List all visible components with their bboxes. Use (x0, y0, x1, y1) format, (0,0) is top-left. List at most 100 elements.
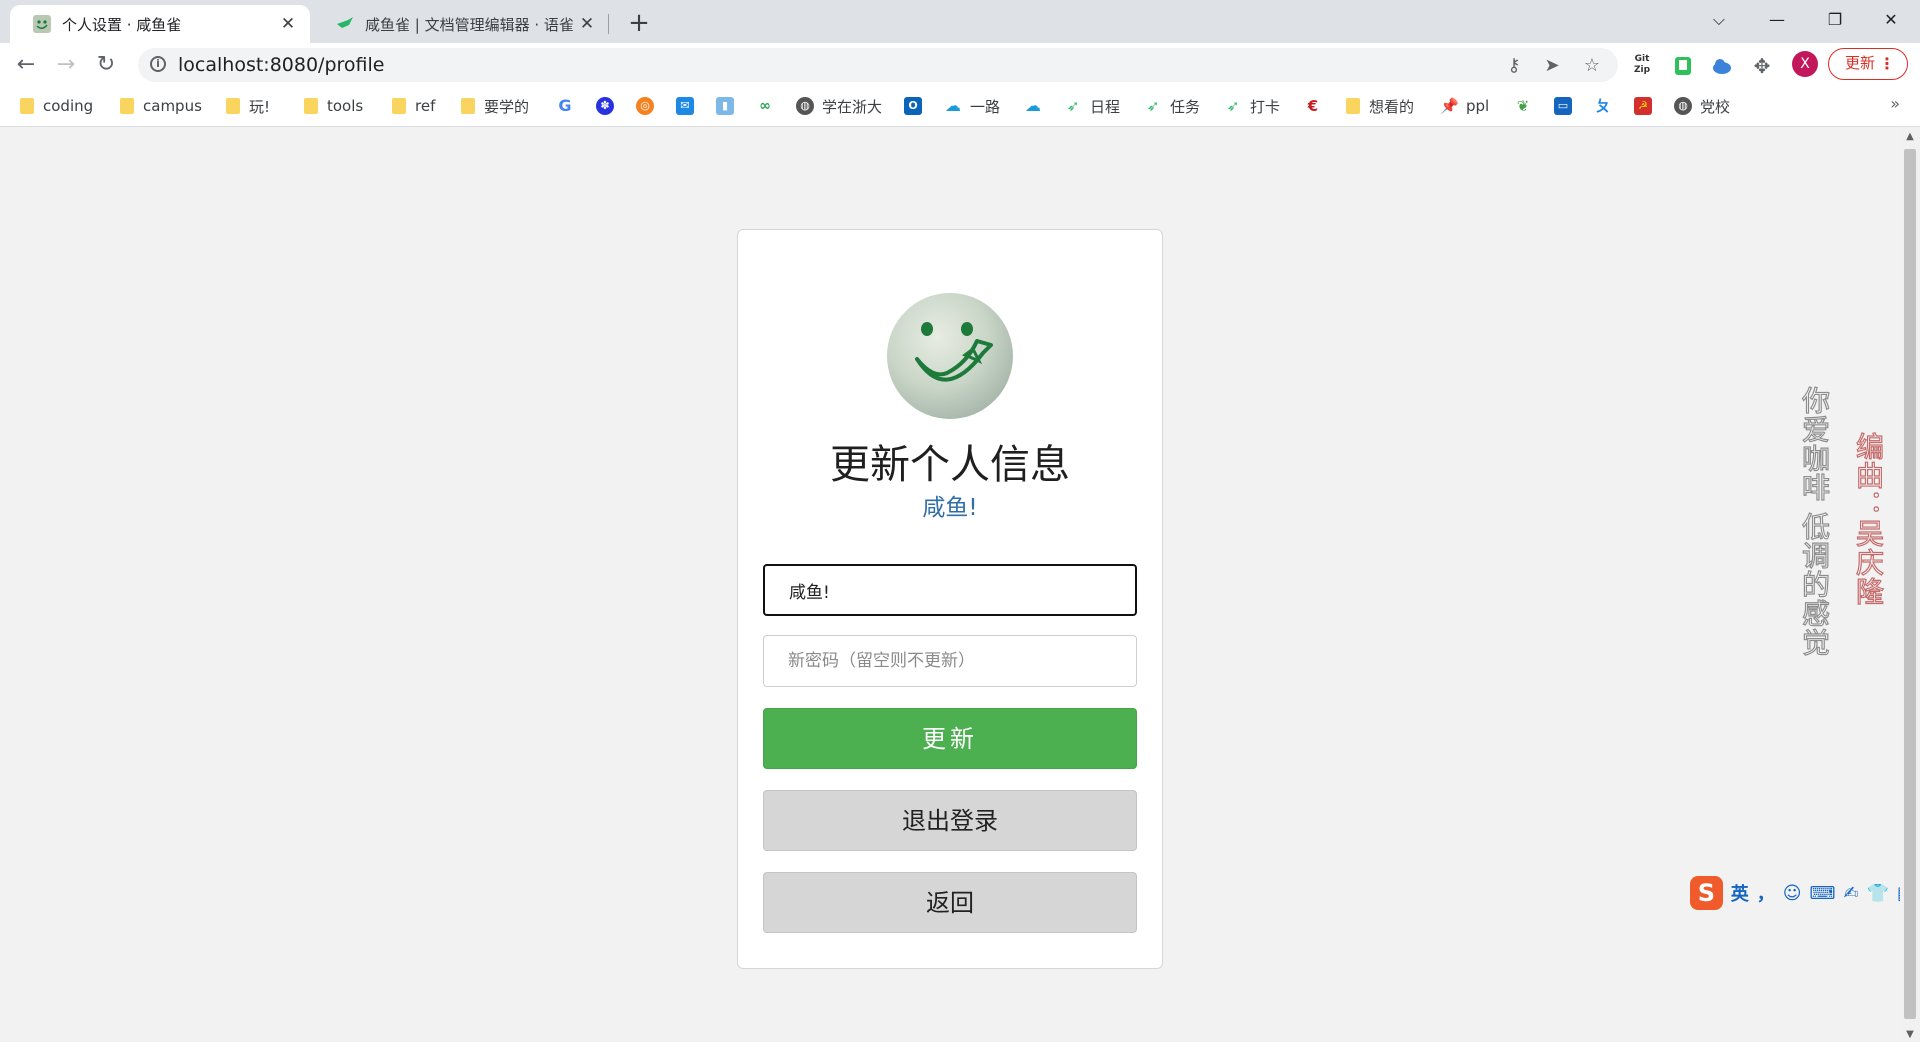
bookmark-outlook[interactable]: O (904, 95, 930, 117)
frog-face-icon (915, 322, 993, 382)
back-arrow-icon[interactable]: ← (10, 49, 42, 81)
green-book-extension-icon[interactable] (1671, 54, 1695, 78)
cloud-extension-icon[interactable] (1710, 54, 1734, 78)
bookmark-label: 学在浙大 (822, 97, 883, 116)
bookmark-label: 要学的 (484, 97, 530, 116)
key-icon[interactable]: ⚷ (1504, 56, 1524, 76)
bookmark-ref[interactable]: ref (392, 95, 435, 117)
bookmark-gitee[interactable]: € (1304, 95, 1330, 117)
username-input[interactable] (763, 564, 1137, 616)
bookmark-label: 一路 (970, 97, 1001, 116)
bookmark-zju-learn[interactable]: ◍ 学在浙大 (796, 95, 882, 117)
bookmarks-bar: coding campus 玩! tools ref 要学的 G ✽ ◎ ✉ ▮… (0, 86, 1920, 127)
bookmark-google[interactable]: G (556, 95, 582, 117)
site-info-icon[interactable]: i (150, 56, 166, 72)
bookmark-mail[interactable]: ✉ (676, 95, 702, 117)
bookmark-baidu[interactable]: ✽ (596, 95, 622, 117)
bookmark-label: 党校 (1700, 97, 1731, 116)
scroll-up-icon[interactable]: ▲ (1900, 131, 1920, 142)
globe-icon: ◍ (1674, 97, 1692, 115)
bookmark-tools[interactable]: tools (304, 95, 363, 117)
bookmark-label: coding (43, 97, 94, 115)
page-scrollbar[interactable]: ▲ ▼ (1900, 127, 1920, 1042)
browser-update-button[interactable]: 更新 ⋮ (1828, 48, 1908, 80)
bookmark-yilu[interactable]: ☁ 一路 (944, 95, 1000, 117)
tab-close-icon[interactable]: ✕ (577, 14, 597, 34)
reload-icon[interactable]: ↻ (90, 49, 122, 81)
bookmark-tasks[interactable]: ➶ 任务 (1144, 95, 1200, 117)
minimize-button[interactable]: — (1748, 0, 1806, 40)
bookmark-party[interactable]: ☭ (1634, 95, 1660, 117)
bookmark-label: 玩! (249, 97, 271, 116)
scroll-down-icon[interactable]: ▼ (1900, 1029, 1920, 1040)
back-button[interactable]: 返回 (763, 872, 1137, 933)
bookmark-play[interactable]: 玩! (226, 95, 270, 117)
star-icon[interactable]: ☆ (1582, 56, 1602, 76)
tab-yuque[interactable]: 咸鱼雀 | 文档管理编辑器 · 语雀 ✕ (313, 5, 609, 43)
new-password-input[interactable] (763, 635, 1137, 687)
screen-icon: ▭ (1554, 97, 1572, 115)
folder-icon (392, 98, 406, 114)
kebab-menu-icon: ⋮ (1879, 54, 1895, 73)
handwriting-icon[interactable]: ✍ (1843, 883, 1858, 904)
sogou-logo-icon[interactable]: S (1690, 876, 1723, 910)
yuque-icon: ➶ (1144, 97, 1162, 115)
party-emblem-icon: ☭ (1634, 97, 1652, 115)
git-zip-extension-icon[interactable]: Git Zip (1630, 54, 1654, 78)
bookmark-checkin[interactable]: ➶ 打卡 (1224, 95, 1280, 117)
tab-close-icon[interactable]: ✕ (278, 14, 298, 34)
bookmark-coding[interactable]: coding (20, 95, 93, 117)
tab-search-dropdown-icon[interactable]: ⌵ (1690, 0, 1748, 40)
maximize-button[interactable]: ❐ (1806, 0, 1864, 40)
update-label: 更新 (1845, 54, 1876, 72)
ime-language-toggle[interactable]: 英 (1731, 880, 1749, 906)
skin-icon[interactable]: 👕 (1867, 883, 1889, 904)
user-avatar (887, 293, 1013, 419)
keyboard-icon[interactable]: ⌨ (1809, 883, 1835, 904)
google-icon: G (556, 97, 574, 115)
address-bar[interactable]: i localhost:8080/profile ⚷ ➤ ☆ (138, 48, 1618, 82)
send-icon[interactable]: ➤ (1542, 56, 1562, 76)
tab-title: 个人设置 · 咸鱼雀 (62, 15, 182, 34)
url-text[interactable]: localhost:8080/profile (178, 54, 384, 76)
bookmark-zju[interactable]: ㄆ (1594, 95, 1620, 117)
bookmark-label: campus (143, 97, 202, 115)
bookmark-orange[interactable]: ◎ (636, 95, 662, 117)
tab-profile[interactable]: 个人设置 · 咸鱼雀 ✕ (10, 5, 310, 43)
bookmark-screen[interactable]: ▭ (1554, 95, 1580, 117)
bookmark-chart[interactable]: ▮ (716, 95, 742, 117)
pin-icon: 📌 (1440, 97, 1459, 115)
logout-button[interactable]: 退出登录 (763, 790, 1137, 851)
emoji-icon[interactable]: ☺ (1783, 883, 1802, 904)
update-button[interactable]: 更新 (763, 708, 1137, 769)
folder-icon (226, 98, 240, 114)
new-tab-button[interactable]: + (624, 8, 654, 38)
bookmark-schedule[interactable]: ➶ 日程 (1064, 95, 1120, 117)
bookmark-green[interactable]: ∞ (756, 95, 782, 117)
bookmark-blue[interactable]: ☁ (1024, 95, 1050, 117)
close-window-button[interactable]: ✕ (1862, 0, 1920, 40)
scrollbar-thumb[interactable] (1904, 149, 1916, 1019)
tab-title: 咸鱼雀 | 文档管理编辑器 · 语雀 (365, 15, 574, 34)
bookmark-leaf[interactable]: ❦ (1514, 95, 1540, 117)
leaf-icon: ❦ (1514, 97, 1532, 115)
profile-avatar[interactable]: X (1792, 51, 1818, 77)
bookmark-label: ppl (1466, 97, 1490, 115)
bookmark-label: 想看的 (1369, 97, 1415, 116)
gitee-icon: € (1304, 97, 1322, 115)
puzzle-extension-icon[interactable]: ✥ (1750, 54, 1774, 78)
ime-toolbar[interactable]: S 英 ， ☺ ⌨ ✍ 👕 ▦ (1690, 876, 1914, 910)
punctuation-icon[interactable]: ， (1757, 880, 1775, 906)
folder-icon (304, 98, 318, 114)
yuque-icon: ➶ (1224, 97, 1242, 115)
bookmark-ppl[interactable]: 📌 ppl (1440, 95, 1489, 117)
folder-icon (1346, 98, 1360, 114)
yuque-icon: ➶ (1064, 97, 1082, 115)
bookmark-to-learn[interactable]: 要学的 (461, 95, 529, 117)
bookmark-party-school[interactable]: ◍ 党校 (1674, 95, 1730, 117)
forward-arrow-icon[interactable]: → (50, 49, 82, 81)
bookmarks-overflow-icon[interactable]: » (1890, 94, 1900, 113)
bookmark-campus[interactable]: campus (120, 95, 202, 117)
bookmark-want-to-watch[interactable]: 想看的 (1346, 95, 1414, 117)
yuque-favicon-icon (337, 17, 353, 28)
